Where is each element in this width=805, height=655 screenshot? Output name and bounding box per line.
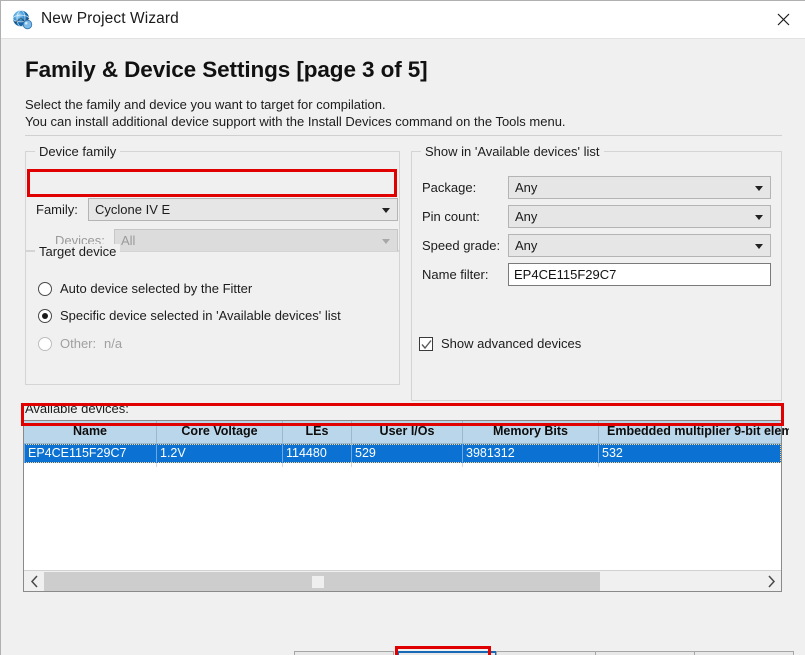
available-devices-label: Available devices: xyxy=(25,401,129,416)
show-advanced-devices-label: Show advanced devices xyxy=(441,336,582,351)
devices-value: All xyxy=(121,233,136,248)
column-header-memory-bits[interactable]: Memory Bits xyxy=(463,424,598,438)
radio-specific-device-label: Specific device selected in 'Available d… xyxy=(60,308,341,323)
cell-divider xyxy=(462,444,463,463)
package-value: Any xyxy=(515,180,538,195)
cell-user-ios: 529 xyxy=(355,446,376,460)
page-description-line1: Select the family and device you want to… xyxy=(25,97,386,112)
radio-circle-disabled-icon xyxy=(38,337,52,351)
table-row[interactable]: EP4CE115F29C7 1.2V 114480 529 3981312 53… xyxy=(24,444,781,463)
cell-memory-bits: 3981312 xyxy=(466,446,515,460)
family-value: Cyclone IV E xyxy=(95,202,171,217)
column-header-embedded-multiplier[interactable]: Embedded multiplier 9-bit element xyxy=(599,424,789,438)
package-label: Package: xyxy=(422,180,477,195)
page-title: Family & Device Settings [page 3 of 5] xyxy=(25,57,428,82)
scrollbar-thumb[interactable] xyxy=(44,572,600,591)
chevron-down-icon xyxy=(755,186,763,191)
speed-grade-value: Any xyxy=(515,238,538,253)
new-project-wizard-dialog: New Project Wizard Family & Device Setti… xyxy=(0,0,805,655)
window-title: New Project Wizard xyxy=(41,10,179,27)
available-devices-table[interactable]: Name Core Voltage LEs User I/Os Memory B… xyxy=(23,420,789,592)
column-header-les[interactable]: LEs xyxy=(283,424,351,438)
page-description-line2: You can install additional device suppor… xyxy=(25,114,566,129)
target-device-legend: Target device xyxy=(35,244,121,259)
scroll-left-icon[interactable] xyxy=(24,571,44,591)
chevron-down-icon xyxy=(755,244,763,249)
show-in-available-devices-group: Show in 'Available devices' list Package… xyxy=(411,144,782,401)
table-header-row: Name Core Voltage LEs User I/Os Memory B… xyxy=(24,421,789,444)
title-bar: New Project Wizard xyxy=(1,1,805,39)
next-button[interactable]: Next > xyxy=(397,651,497,655)
device-family-group: Device family Family: Cyclone IV E Devic… xyxy=(25,144,400,252)
name-filter-value: EP4CE115F29C7 xyxy=(514,267,617,282)
devices-combobox: All xyxy=(114,229,398,252)
column-header-user-ios[interactable]: User I/Os xyxy=(352,424,462,438)
device-family-legend: Device family xyxy=(35,144,121,159)
grid-divider xyxy=(598,463,599,467)
speed-grade-label: Speed grade: xyxy=(422,238,501,253)
cell-divider xyxy=(24,444,25,463)
family-label: Family: xyxy=(36,202,78,217)
radio-circle-checked-icon xyxy=(38,309,52,323)
grid-divider xyxy=(462,463,463,467)
checkbox-checked-icon xyxy=(419,337,433,351)
scrollbar-grip xyxy=(312,576,324,588)
radio-other-device-label: Other: xyxy=(60,336,97,351)
radio-other-device-value: n/a xyxy=(104,336,123,351)
target-device-group: Target device Auto device selected by th… xyxy=(25,244,400,385)
finish-button[interactable]: Finish xyxy=(496,651,596,655)
dialog-body: Family & Device Settings [page 3 of 5] S… xyxy=(1,39,805,655)
speed-grade-combobox[interactable]: Any xyxy=(508,234,771,257)
grid-divider xyxy=(156,463,157,467)
help-button[interactable]: Help xyxy=(694,651,794,655)
radio-auto-device-label: Auto device selected by the Fitter xyxy=(60,281,253,296)
cell-divider xyxy=(282,444,283,463)
pin-count-label: Pin count: xyxy=(422,209,480,224)
family-combobox[interactable]: Cyclone IV E xyxy=(88,198,398,221)
scroll-right-icon[interactable] xyxy=(761,571,781,591)
package-combobox[interactable]: Any xyxy=(508,176,771,199)
header-divider xyxy=(25,135,782,136)
cell-divider xyxy=(598,444,599,463)
quartus-globe-icon xyxy=(11,9,33,31)
chevron-down-icon xyxy=(755,215,763,220)
grid-divider xyxy=(282,463,283,467)
chevron-down-icon xyxy=(382,239,390,244)
close-icon[interactable] xyxy=(760,1,805,38)
horizontal-scrollbar[interactable] xyxy=(24,570,781,591)
name-filter-label: Name filter: xyxy=(422,267,489,282)
back-button[interactable]: < Back xyxy=(294,651,394,655)
name-filter-input[interactable]: EP4CE115F29C7 xyxy=(508,263,771,286)
chevron-down-icon xyxy=(382,208,390,213)
cell-les: 114480 xyxy=(286,446,327,460)
radio-circle-icon xyxy=(38,282,52,296)
pin-count-value: Any xyxy=(515,209,538,224)
cell-name: EP4CE115F29C7 xyxy=(28,446,127,460)
column-header-core-voltage[interactable]: Core Voltage xyxy=(157,424,282,438)
cell-divider xyxy=(351,444,352,463)
show-list-legend: Show in 'Available devices' list xyxy=(421,144,604,159)
column-header-name[interactable]: Name xyxy=(24,424,156,438)
pin-count-combobox[interactable]: Any xyxy=(508,205,771,228)
scrollbar-track[interactable] xyxy=(44,572,761,591)
cancel-button[interactable]: Cancel xyxy=(595,651,695,655)
cell-embedded-multiplier: 532 xyxy=(602,446,623,460)
cell-core-voltage: 1.2V xyxy=(160,446,186,460)
cell-divider xyxy=(156,444,157,463)
grid-divider xyxy=(351,463,352,467)
